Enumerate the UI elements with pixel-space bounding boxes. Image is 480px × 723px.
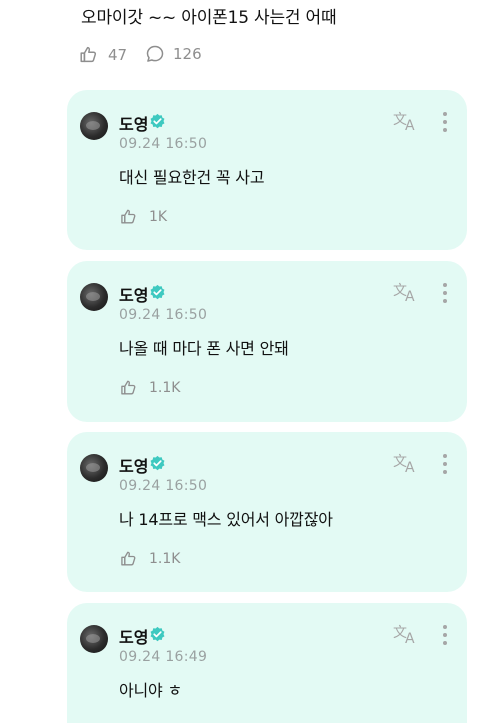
like-icon xyxy=(121,209,136,224)
reply-text: 아니야 ㅎ xyxy=(119,681,182,700)
author-name[interactable]: 도영 xyxy=(119,111,148,135)
reply-like-count: 1.1K xyxy=(149,380,181,396)
post-text: 오마이갓 ~~ 아이폰15 사는건 어때 xyxy=(81,8,337,28)
author-name[interactable]: 도영 xyxy=(119,282,148,306)
reply-card: 도영 09.24 16:49 文 A 아니야 ㅎ xyxy=(67,603,467,723)
verified-badge-icon xyxy=(150,455,165,471)
reply-text: 나 14프로 맥스 있어서 아깝잖아 xyxy=(119,510,333,529)
svg-text:A: A xyxy=(405,118,415,132)
verified-badge-icon xyxy=(150,113,165,129)
reply-time: 09.24 16:50 xyxy=(119,478,208,494)
post-comment-count: 126 xyxy=(173,45,202,63)
avatar[interactable] xyxy=(80,454,108,482)
author-name[interactable]: 도영 xyxy=(119,624,148,648)
more-vertical-icon[interactable] xyxy=(440,281,450,305)
comment-bubble-icon xyxy=(146,45,164,62)
reply-like-button[interactable]: 1.1K xyxy=(119,549,180,569)
post-comment-button[interactable]: 126 xyxy=(145,44,202,64)
svg-text:A: A xyxy=(405,460,415,474)
translate-icon[interactable]: 文 A xyxy=(393,623,419,645)
reply-time: 09.24 16:49 xyxy=(119,649,208,665)
reply-like-count: 1.1K xyxy=(149,551,181,567)
more-vertical-icon[interactable] xyxy=(440,623,450,647)
reply-like-button[interactable]: 1K xyxy=(119,207,167,227)
more-vertical-icon[interactable] xyxy=(440,110,450,134)
reply-text: 나올 때 마다 폰 사면 안돼 xyxy=(119,339,289,358)
avatar[interactable] xyxy=(80,112,108,140)
reply-like-count: 1K xyxy=(149,209,168,225)
translate-icon[interactable]: 文 A xyxy=(393,452,419,474)
reply-text: 대신 필요한건 꼭 사고 xyxy=(119,168,265,187)
reply-time: 09.24 16:50 xyxy=(119,136,208,152)
post-like-count: 47 xyxy=(108,46,128,64)
like-icon xyxy=(80,46,97,63)
verified-badge-icon xyxy=(150,284,165,300)
translate-icon[interactable]: 文 A xyxy=(393,281,419,303)
avatar[interactable] xyxy=(80,283,108,311)
original-post: 오마이갓 ~~ 아이폰15 사는건 어때 47 126 xyxy=(0,0,480,80)
translate-icon[interactable]: 文 A xyxy=(393,110,419,132)
reply-card: 도영 09.24 16:50 文 A 대신 필요한건 꼭 사고 1K xyxy=(67,90,467,250)
post-like-button[interactable]: 47 xyxy=(78,44,127,66)
reply-like-button[interactable]: 1.1K xyxy=(119,378,180,398)
like-icon xyxy=(121,380,136,395)
like-icon xyxy=(121,551,136,566)
more-vertical-icon[interactable] xyxy=(440,452,450,476)
svg-text:A: A xyxy=(405,289,415,303)
svg-text:A: A xyxy=(405,631,415,645)
verified-badge-icon xyxy=(150,626,165,642)
reply-time: 09.24 16:50 xyxy=(119,307,208,323)
reply-card: 도영 09.24 16:50 文 A 나올 때 마다 폰 사면 안돼 1.1K xyxy=(67,261,467,422)
avatar[interactable] xyxy=(80,625,108,653)
author-name[interactable]: 도영 xyxy=(119,453,148,477)
reply-card: 도영 09.24 16:50 文 A 나 14프로 맥스 있어서 아깝잖아 1.… xyxy=(67,432,467,592)
